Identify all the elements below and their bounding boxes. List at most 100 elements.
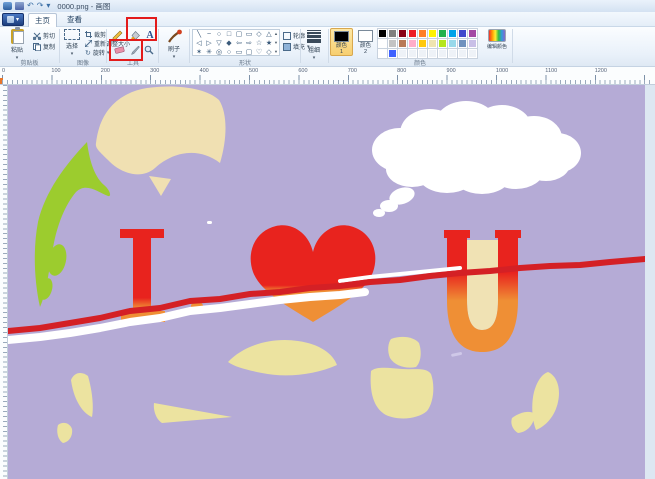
ruler-number: 1200 <box>595 68 644 74</box>
palette-color[interactable] <box>468 39 477 48</box>
undo-icon[interactable]: ↶ <box>27 2 34 10</box>
shapes-gallery[interactable]: ╲~○□▢▭◇△ ◁▷▽◆⇦⇨☆★ ✶✳◎○▭▢♡◇ <box>192 29 280 56</box>
crop-button[interactable]: 裁剪 <box>85 30 106 39</box>
ruler-number: 700 <box>348 68 397 74</box>
tab-view[interactable]: 查看 <box>60 13 89 27</box>
shape-glyph[interactable]: ♡ <box>254 48 264 57</box>
shape-glyph[interactable]: ◁ <box>194 39 204 48</box>
shape-glyph[interactable]: ▷ <box>204 39 214 48</box>
shape-glyph[interactable]: ▽ <box>214 39 224 48</box>
palette-color[interactable] <box>398 39 407 48</box>
color2-button[interactable]: 颜色2 <box>355 28 376 56</box>
palette-color[interactable] <box>438 29 447 38</box>
save-icon[interactable] <box>15 2 24 10</box>
shape-glyph[interactable]: ◎ <box>214 48 224 57</box>
paste-clipboard-icon <box>11 29 24 44</box>
palette-color[interactable] <box>388 29 397 38</box>
palette-color[interactable] <box>388 39 397 48</box>
palette-color[interactable] <box>458 49 467 58</box>
select-button[interactable]: 选择 ▾ <box>61 29 83 57</box>
palette-color[interactable] <box>438 49 447 58</box>
application-menu-button[interactable]: ▾ <box>2 13 24 26</box>
resize-icon <box>85 40 92 47</box>
palette-color[interactable] <box>448 39 457 48</box>
shape-glyph[interactable]: ✳ <box>204 48 214 57</box>
palette-color[interactable] <box>398 49 407 58</box>
shape-glyph[interactable]: ○ <box>224 48 234 57</box>
palette-color[interactable] <box>428 49 437 58</box>
cut-label: 剪切 <box>43 31 55 40</box>
edit-colors-button[interactable]: 编辑颜色 <box>483 29 511 50</box>
palette-color[interactable] <box>378 39 387 48</box>
tab-home[interactable]: 主页 <box>28 13 57 27</box>
shape-glyph[interactable]: ▢ <box>244 48 254 57</box>
ruler-number: 1100 <box>545 68 594 74</box>
vertical-ruler <box>0 85 8 479</box>
palette-color[interactable] <box>418 39 427 48</box>
group-label-image: 图像 <box>59 58 107 66</box>
ruler-number: 800 <box>397 68 446 74</box>
palette-color[interactable] <box>418 49 427 58</box>
shape-glyph[interactable]: □ <box>224 30 234 39</box>
app-menu-icon <box>7 16 14 23</box>
annotation-box-fill-text <box>126 17 157 41</box>
edit-colors-icon <box>488 29 506 42</box>
shape-glyph[interactable]: ◆ <box>224 39 234 48</box>
palette-color[interactable] <box>398 29 407 38</box>
shape-glyph[interactable]: ◇ <box>254 30 264 39</box>
qat-menu-down-icon[interactable]: ▾ <box>46 2 50 10</box>
copy-icon <box>33 43 41 51</box>
shapes-row: ╲~○□▢▭◇△ <box>194 30 278 39</box>
size-button[interactable]: 粗细 ▾ <box>302 29 326 61</box>
palette-color[interactable] <box>418 29 427 38</box>
palette-color[interactable] <box>408 49 417 58</box>
palette-color[interactable] <box>428 29 437 38</box>
shape-glyph[interactable]: ~ <box>204 30 214 39</box>
line-width-icon <box>307 29 321 44</box>
shapes-gallery-scroll[interactable]: ▲▼▼ <box>272 29 280 56</box>
palette-color[interactable] <box>378 29 387 38</box>
redo-icon[interactable]: ↷ <box>37 2 44 10</box>
palette-color[interactable] <box>458 29 467 38</box>
scissors-icon <box>33 32 41 40</box>
annotation-box-eraser <box>109 39 143 61</box>
palette-color[interactable] <box>448 29 457 38</box>
paint-app-icon[interactable] <box>3 2 12 10</box>
shape-glyph[interactable]: ▢ <box>234 30 244 39</box>
ruler-number: 900 <box>447 68 496 74</box>
cut-button[interactable]: 剪切 <box>33 31 55 40</box>
shape-glyph[interactable]: ╲ <box>194 30 204 39</box>
ribbon-tab-row: ▾ 主页 查看 <box>0 12 655 27</box>
shape-glyph[interactable]: ☆ <box>254 39 264 48</box>
palette-color[interactable] <box>458 39 467 48</box>
shape-glyph[interactable]: ⇦ <box>234 39 244 48</box>
shape-glyph[interactable]: ✶ <box>194 48 204 57</box>
color1-button[interactable]: 颜色1 <box>330 28 353 56</box>
ruler-number: 300 <box>150 68 199 74</box>
white-speck <box>207 221 212 224</box>
color2-swatch <box>358 30 373 42</box>
palette-color[interactable] <box>468 49 477 58</box>
palette-color[interactable] <box>448 49 457 58</box>
outline-icon <box>283 32 291 40</box>
brushes-button[interactable]: 刷子 ▾ <box>161 29 187 60</box>
palette-color[interactable] <box>408 29 417 38</box>
palette-color[interactable] <box>388 49 397 58</box>
magnifier-tool[interactable] <box>142 43 156 57</box>
palette-color[interactable] <box>468 29 477 38</box>
copy-button[interactable]: 复制 <box>33 42 55 51</box>
palette-color[interactable] <box>428 39 437 48</box>
drawing-canvas[interactable] <box>8 85 645 479</box>
edit-colors-label: 编辑颜色 <box>487 43 507 50</box>
palette-color[interactable] <box>438 39 447 48</box>
brush-icon <box>167 29 182 43</box>
shape-glyph[interactable]: ▭ <box>234 48 244 57</box>
chevron-down-icon: ▾ <box>71 51 74 57</box>
shape-glyph[interactable]: ▭ <box>244 30 254 39</box>
palette-color[interactable] <box>378 49 387 58</box>
shape-glyph[interactable]: ○ <box>214 30 224 39</box>
paste-button[interactable]: 粘贴 ▾ <box>4 29 30 61</box>
palette-color[interactable] <box>408 39 417 48</box>
shape-glyph[interactable]: ⇨ <box>244 39 254 48</box>
rotate-icon: ↻ <box>85 49 91 57</box>
